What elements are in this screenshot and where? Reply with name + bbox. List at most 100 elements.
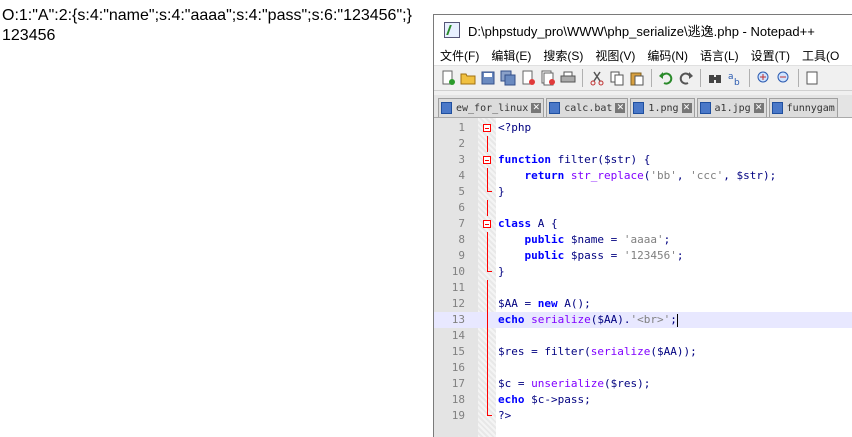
tab-funnygam[interactable]: funnygam: [768, 98, 838, 117]
fold-line: [487, 392, 488, 408]
line-number: 9: [458, 249, 465, 262]
line-text: ?>: [498, 409, 512, 422]
fold-line: [487, 136, 488, 152]
menu-edit[interactable]: 编辑(E): [485, 47, 537, 64]
serialized-output: O:1:"A":2:{s:4:"name";s:4:"aaaa";s:4:"pa…: [2, 7, 412, 24]
fold-line: [487, 296, 488, 312]
code-line: 6: [434, 200, 852, 216]
fold-line: [487, 312, 488, 328]
menu-settings[interactable]: 设置(T): [745, 47, 796, 64]
menu-bar: 文件(F) 编辑(E) 搜索(S) 视图(V) 编码(N) 语言(L) 设置(T…: [434, 45, 852, 66]
fold-end: [487, 408, 492, 416]
code-line: 2: [434, 136, 852, 152]
redo-icon[interactable]: [678, 70, 694, 86]
tab-label: funnygam: [786, 102, 835, 114]
line-text: <?php: [498, 121, 532, 134]
fold-line: [487, 168, 488, 184]
fold-line: [487, 248, 488, 264]
fold-line: [487, 328, 488, 344]
close-icon[interactable]: [520, 70, 536, 86]
code-line: 12 $AA = new A();: [434, 296, 852, 312]
toolbar: ab: [434, 66, 852, 91]
close-tab-icon[interactable]: ✕: [753, 103, 764, 113]
tab-a1-jpg[interactable]: a1.jpg ✕: [696, 98, 767, 117]
zoom-out-icon[interactable]: [776, 70, 792, 86]
sync-icon[interactable]: [805, 70, 821, 86]
code-line: 11: [434, 280, 852, 296]
notepadpp-icon: [444, 22, 460, 38]
menu-search[interactable]: 搜索(S): [537, 47, 589, 64]
code-line: 5 }: [434, 184, 852, 200]
copy-icon[interactable]: [609, 70, 625, 86]
line-number: 15: [451, 345, 465, 358]
line-text: $res = filter(serialize($AA));: [498, 345, 697, 358]
open-file-icon[interactable]: [460, 70, 476, 86]
menu-encoding[interactable]: 编码(N): [641, 47, 694, 64]
toolbar-separator: [651, 69, 652, 87]
line-number: 14: [451, 329, 465, 342]
line-text: public $pass = '123456';: [524, 249, 684, 262]
find-icon[interactable]: [707, 70, 723, 86]
file-icon: [441, 102, 452, 114]
save-icon[interactable]: [480, 70, 496, 86]
fold-toggle-icon[interactable]: [483, 220, 491, 228]
cut-icon[interactable]: [589, 70, 605, 86]
code-line: 17 $c = unserialize($res);: [434, 376, 852, 392]
line-number: 6: [458, 201, 465, 214]
line-number: 8: [458, 233, 465, 246]
current-code-line: 13 echo serialize($AA).'<br>';: [434, 312, 852, 328]
fold-end: [487, 264, 492, 272]
line-number: 11: [451, 281, 465, 294]
new-file-icon[interactable]: [440, 70, 456, 86]
code-line: 8 public $name = 'aaaa';: [434, 232, 852, 248]
toolbar-separator: [798, 69, 799, 87]
line-number: 4: [458, 169, 465, 182]
file-icon: [699, 102, 711, 114]
tab-label: 1.png: [648, 102, 679, 114]
tab-1-png[interactable]: 1.png ✕: [630, 98, 695, 117]
close-tab-icon[interactable]: ✕: [615, 103, 626, 113]
code-line: 18 echo $c->pass;: [434, 392, 852, 408]
menu-view[interactable]: 视图(V): [589, 47, 641, 64]
toolbar-separator: [700, 69, 701, 87]
line-text: return str_replace('bb', 'ccc', $str);: [524, 169, 777, 182]
svg-text:b: b: [734, 78, 740, 86]
fold-toggle-icon[interactable]: [483, 124, 491, 132]
line-number: 2: [458, 137, 465, 150]
text-caret: [676, 313, 678, 327]
line-number: 17: [451, 377, 465, 390]
menu-file[interactable]: 文件(F): [434, 47, 485, 64]
line-text: $c = unserialize($res);: [498, 377, 651, 390]
undo-icon[interactable]: [658, 70, 674, 86]
close-tab-icon[interactable]: ✕: [681, 103, 692, 113]
paste-icon[interactable]: [629, 70, 645, 86]
print-icon[interactable]: [560, 70, 576, 86]
title-bar[interactable]: D:\phpstudy_pro\WWW\php_serialize\逃逸.php…: [434, 15, 852, 45]
fold-line: [487, 360, 488, 376]
line-text: class A {: [498, 217, 558, 230]
fold-toggle-icon[interactable]: [483, 156, 491, 164]
line-number: 13: [451, 313, 465, 326]
menu-tools[interactable]: 工具(O: [796, 47, 845, 64]
menu-language[interactable]: 语言(L): [694, 47, 745, 64]
line-number: 16: [451, 361, 465, 374]
line-text: echo $c->pass;: [498, 393, 591, 406]
zoom-in-icon[interactable]: [756, 70, 772, 86]
save-all-icon[interactable]: [500, 70, 516, 86]
fold-line: [487, 344, 488, 360]
close-tab-icon[interactable]: ✕: [531, 103, 542, 113]
code-line: 1 <?php: [434, 120, 852, 136]
line-text: echo serialize($AA).'<br>';: [498, 313, 678, 327]
window-title: D:\phpstudy_pro\WWW\php_serialize\逃逸.php…: [468, 23, 815, 39]
tab-ew-for-linux[interactable]: ew_for_linux ✕: [438, 98, 545, 117]
close-all-icon[interactable]: [540, 70, 556, 86]
line-number: 18: [451, 393, 465, 406]
toolbar-separator: [582, 69, 583, 87]
line-text: }: [498, 185, 505, 198]
notepadpp-window[interactable]: D:\phpstudy_pro\WWW\php_serialize\逃逸.php…: [433, 14, 852, 437]
tab-calc-bat[interactable]: calc.bat ✕: [546, 98, 629, 117]
pass-output: 123456: [2, 27, 56, 44]
code-editor[interactable]: 1 <?php 2 3 function filter($str) { 4 re…: [434, 118, 852, 437]
line-number: 1: [458, 121, 465, 134]
replace-icon[interactable]: ab: [727, 70, 743, 88]
